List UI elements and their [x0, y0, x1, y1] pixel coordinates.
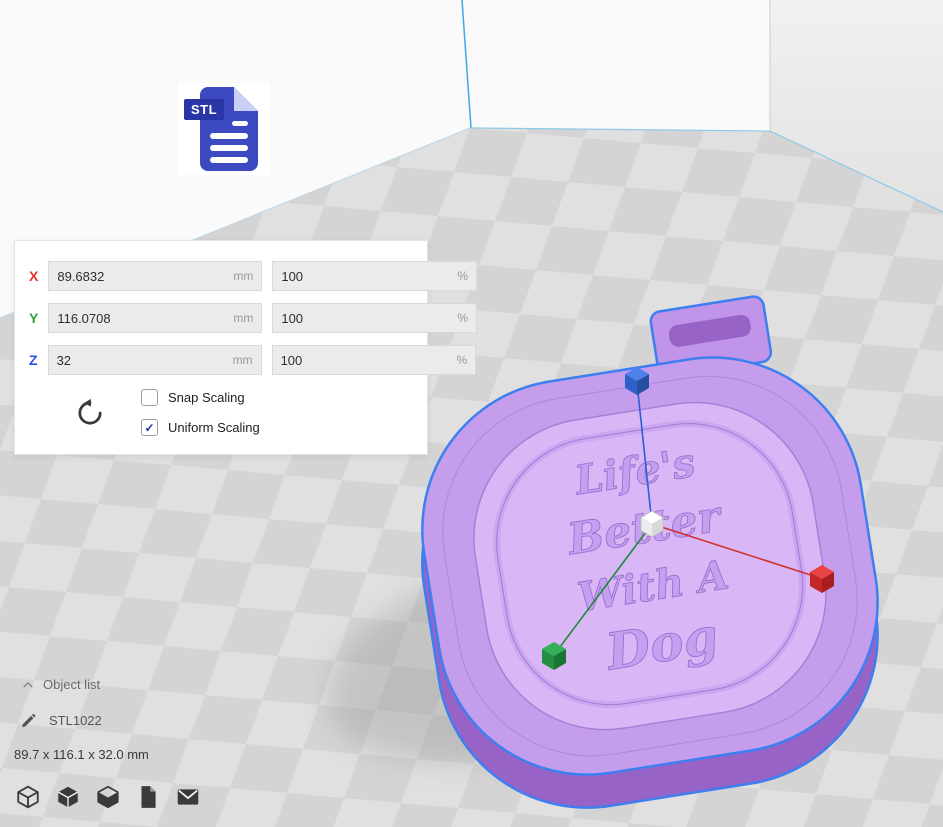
axis-z-label: Z	[29, 352, 38, 368]
stl-file-label: STL	[191, 102, 217, 117]
view-cube-outline-button[interactable]	[14, 783, 42, 811]
mm-unit-label: mm	[233, 353, 261, 367]
scale-tool-panel: X mm % Y mm % Z mm %	[14, 240, 428, 455]
scale-panel-controls: Snap Scaling ✓ Uniform Scaling	[75, 389, 413, 436]
object-dimensions: 89.7 x 116.1 x 32.0 mm	[14, 747, 149, 762]
percent-unit-label: %	[457, 353, 476, 367]
cube-solid-icon	[55, 784, 81, 810]
scale-z-mm-input[interactable]	[49, 353, 233, 368]
uniform-scaling-checkbox[interactable]: ✓ Uniform Scaling	[141, 419, 260, 436]
scale-z-mm-field[interactable]: mm	[48, 345, 262, 375]
percent-unit-label: %	[457, 311, 476, 325]
object-list-label: Object list	[43, 677, 100, 692]
view-cube-solid-button[interactable]	[54, 783, 82, 811]
check-icon: ✓	[144, 421, 154, 435]
scale-row-y: Y mm %	[29, 303, 413, 333]
checkbox-checked[interactable]: ✓	[141, 419, 158, 436]
object-name: STL1022	[49, 713, 102, 728]
mm-unit-label: mm	[233, 269, 261, 283]
snap-scaling-label: Snap Scaling	[168, 390, 245, 405]
mail-export-button[interactable]	[174, 783, 202, 811]
stl-file-thumbnail[interactable]: STL	[178, 83, 270, 175]
snap-scaling-checkbox[interactable]: Snap Scaling	[141, 389, 260, 406]
object-list-item[interactable]: STL1022	[20, 712, 102, 729]
cube-outline-icon	[15, 784, 41, 810]
envelope-icon	[175, 784, 201, 810]
scale-x-mm-input[interactable]	[49, 269, 233, 284]
reset-icon	[75, 398, 105, 428]
scale-row-x: X mm %	[29, 261, 413, 291]
mm-unit-label: mm	[233, 311, 261, 325]
uniform-scaling-label: Uniform Scaling	[168, 420, 260, 435]
pencil-icon	[20, 712, 37, 729]
axis-y-label: Y	[29, 310, 38, 326]
scale-row-z: Z mm %	[29, 345, 413, 375]
scale-x-percent-field[interactable]: %	[272, 261, 477, 291]
view-cube-section-button[interactable]	[94, 783, 122, 811]
checkbox-unchecked[interactable]	[141, 389, 158, 406]
scale-y-percent-input[interactable]	[273, 311, 457, 326]
scale-z-percent-input[interactable]	[273, 353, 457, 368]
object-list-toggle[interactable]: Object list	[22, 677, 100, 692]
scale-y-mm-field[interactable]: mm	[48, 303, 262, 333]
stl-file-icon: STL	[178, 83, 270, 175]
cube-section-icon	[95, 784, 121, 810]
chevron-up-icon	[22, 681, 34, 689]
scale-y-mm-input[interactable]	[49, 311, 233, 326]
axis-x-label: X	[29, 268, 38, 284]
bottom-toolbar	[14, 783, 202, 811]
file-icon	[135, 784, 161, 810]
scale-z-percent-field[interactable]: %	[272, 345, 477, 375]
file-view-button[interactable]	[134, 783, 162, 811]
reset-scale-button[interactable]	[75, 398, 105, 428]
scale-y-percent-field[interactable]: %	[272, 303, 477, 333]
scale-x-percent-input[interactable]	[273, 269, 457, 284]
percent-unit-label: %	[457, 269, 476, 283]
scale-x-mm-field[interactable]: mm	[48, 261, 262, 291]
